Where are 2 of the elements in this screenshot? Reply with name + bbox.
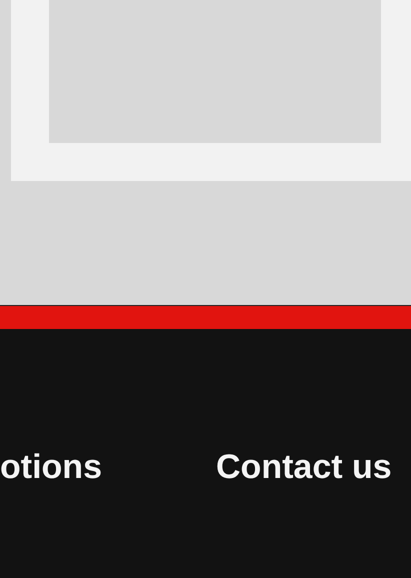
footer-link[interactable]: Contact us (216, 449, 411, 486)
footer-link[interactable]: otions (0, 449, 216, 486)
